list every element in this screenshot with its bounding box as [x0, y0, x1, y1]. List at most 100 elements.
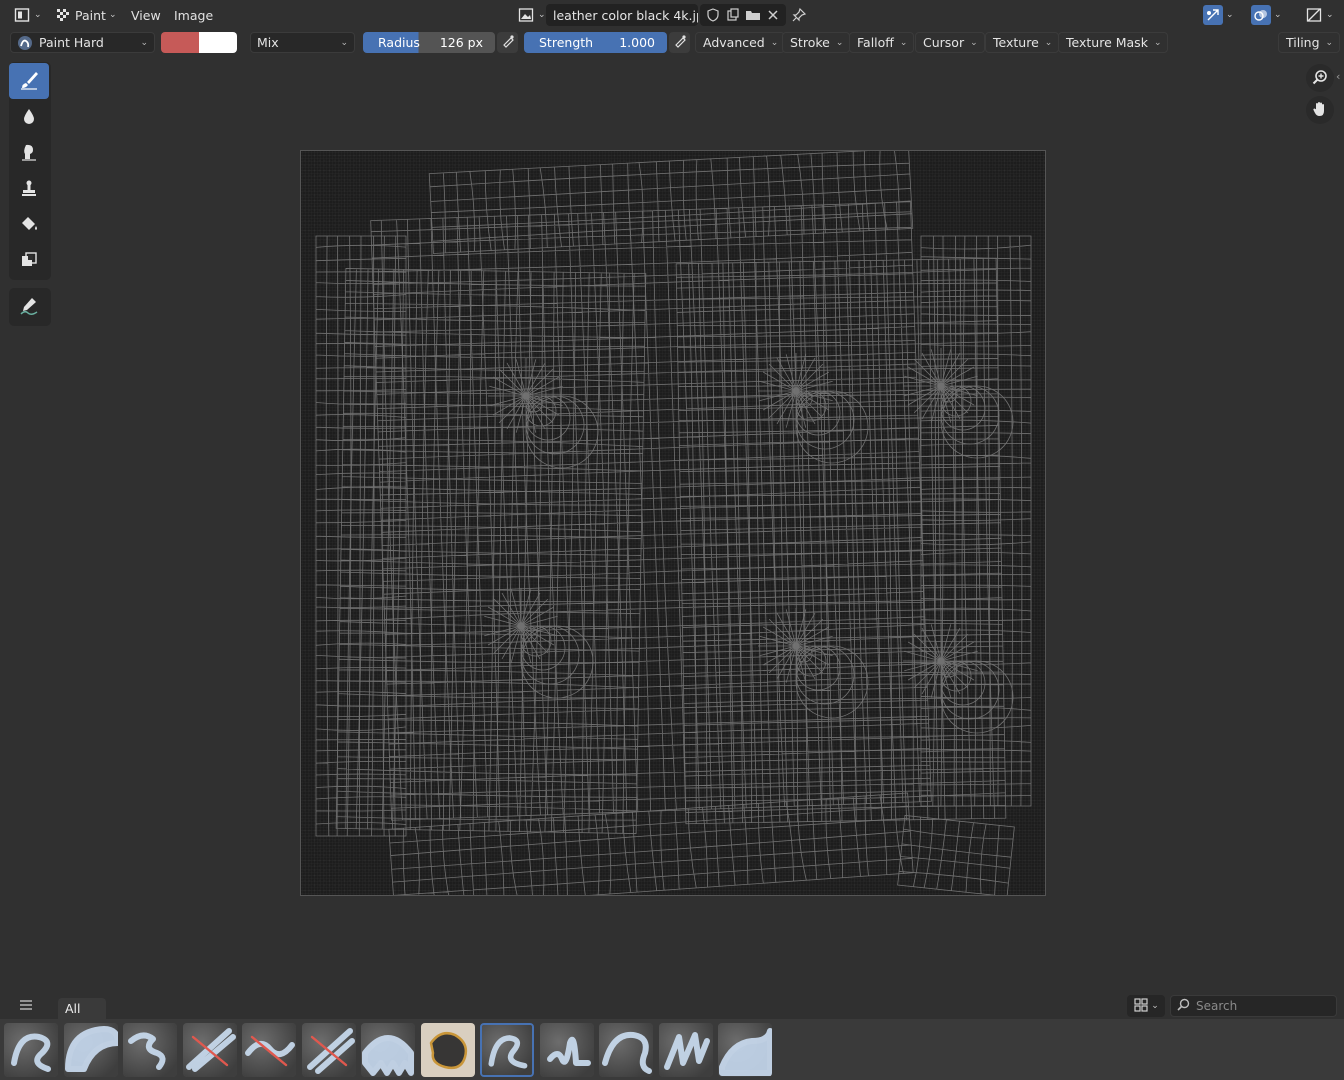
- brush-asset-shelf: [0, 1019, 1344, 1080]
- brush-preview-icon: [123, 1023, 177, 1077]
- popover-stroke[interactable]: Stroke ⌄: [782, 32, 851, 53]
- brush-thumbnail-4[interactable]: [182, 1023, 237, 1077]
- popover-label: Texture: [993, 35, 1039, 50]
- brush-thumbnail-11[interactable]: [599, 1023, 653, 1077]
- image-browse-button[interactable]: ⌄: [512, 4, 551, 26]
- shelf-display-button[interactable]: ⌄: [1127, 995, 1165, 1017]
- chevron-down-icon: ⌄: [899, 37, 908, 48]
- pan-button[interactable]: [1306, 96, 1334, 124]
- tool-smear[interactable]: [9, 135, 49, 171]
- brush-thumbnail-5[interactable]: [242, 1023, 296, 1077]
- grid-view-icon: [1133, 997, 1149, 1016]
- radius-value: 126 px: [439, 35, 483, 50]
- pen-pressure-icon: [673, 34, 687, 51]
- tool-annotate[interactable]: [9, 289, 49, 325]
- brush-preview-icon: [420, 1023, 475, 1077]
- tool-fill[interactable]: [9, 207, 49, 243]
- image-datablock-buttons: [700, 4, 786, 26]
- secondary-color-swatch[interactable]: [199, 32, 237, 53]
- hamburger-icon: [19, 999, 33, 1014]
- blend-mode-select[interactable]: Mix ⌄: [250, 32, 355, 53]
- image-icon: [517, 6, 535, 24]
- sidebar-toggle-icon[interactable]: ‹: [1336, 70, 1340, 83]
- radius-pressure-toggle[interactable]: [497, 32, 518, 53]
- image-canvas[interactable]: [300, 150, 1046, 896]
- uv-sync-toggle[interactable]: ⌄: [1201, 4, 1236, 26]
- primary-color-swatch[interactable]: [161, 32, 199, 53]
- image-name-field[interactable]: leather color black 4k.jpg: [546, 4, 698, 26]
- brush-thumbnail-13[interactable]: [718, 1023, 772, 1077]
- popover-label: Tiling: [1286, 35, 1320, 50]
- brush-preview-icon: [301, 1023, 356, 1077]
- chevron-down-icon: ⌄: [140, 37, 148, 48]
- checker-paint-icon: [54, 6, 72, 24]
- brush-thumbnail-1[interactable]: [4, 1023, 58, 1077]
- popover-label: Falloff: [857, 35, 894, 50]
- brush-thumbnail-2[interactable]: [63, 1023, 118, 1077]
- overlay-toggle[interactable]: ⌄: [1249, 4, 1284, 26]
- menu-image[interactable]: Image: [169, 4, 218, 26]
- popover-texture[interactable]: Texture ⌄: [985, 32, 1060, 53]
- mode-selector[interactable]: Paint ⌄: [49, 4, 121, 26]
- popover-label: Cursor: [923, 35, 965, 50]
- shelf-search-field[interactable]: Search: [1170, 995, 1337, 1017]
- brush-thumbnail-9[interactable]: [480, 1023, 534, 1077]
- zoom-icon: [1311, 68, 1329, 89]
- brush-thumbnail-7[interactable]: [361, 1023, 415, 1077]
- tool-clone[interactable]: [9, 171, 49, 207]
- shelf-menu-button[interactable]: [14, 997, 38, 1015]
- catalog-tab-all[interactable]: All: [58, 998, 106, 1019]
- left-toolbar: [9, 62, 51, 326]
- chevron-down-icon: ⌄: [1044, 37, 1053, 48]
- strength-slider[interactable]: Strength 1.000: [524, 32, 667, 53]
- chevron-down-icon: ⌄: [1151, 1001, 1159, 1011]
- brush-thumbnail-10[interactable]: [539, 1023, 594, 1077]
- pin-icon[interactable]: [790, 6, 808, 24]
- popover-cursor[interactable]: Cursor ⌄: [915, 32, 985, 53]
- editor-type-menu[interactable]: ⌄: [8, 4, 47, 26]
- menu-view[interactable]: View: [126, 4, 166, 26]
- tool-settings-bar: Paint Hard ⌄ Mix ⌄ Radius 126 px Strengt…: [0, 29, 1344, 55]
- chevron-down-icon: ⌄: [1325, 37, 1334, 48]
- brush-name: Paint Hard: [39, 35, 104, 50]
- strength-pressure-toggle[interactable]: [669, 32, 690, 53]
- brush-preview-icon: [182, 1023, 237, 1077]
- paint-tools-group: [9, 62, 51, 280]
- brush-preview-icon: [599, 1023, 653, 1077]
- uv-sync-icon: [1203, 5, 1223, 25]
- zoom-button[interactable]: [1306, 64, 1334, 92]
- brush-thumbnail-12[interactable]: [658, 1023, 713, 1077]
- fake-user-shield-icon[interactable]: [704, 6, 722, 24]
- chevron-down-icon: ⌄: [1153, 37, 1162, 48]
- tool-mask[interactable]: [9, 243, 49, 279]
- blur-icon: [19, 106, 39, 129]
- smear-icon: [19, 142, 39, 165]
- radius-label: Radius: [378, 35, 420, 50]
- popover-tiling[interactable]: Tiling ⌄: [1278, 32, 1341, 53]
- open-folder-icon[interactable]: [744, 6, 762, 24]
- brush-preview-icon: [63, 1023, 118, 1077]
- close-icon[interactable]: [764, 6, 782, 24]
- radius-slider[interactable]: Radius 126 px: [363, 32, 495, 53]
- popover-advanced[interactable]: Advanced ⌄: [695, 32, 786, 53]
- mode-label: Paint: [75, 7, 106, 23]
- display-channels-menu[interactable]: ⌄: [1303, 4, 1336, 26]
- brush-preview-icon: [718, 1023, 772, 1077]
- brush-selector[interactable]: Paint Hard ⌄: [10, 32, 155, 53]
- pen-pressure-icon: [501, 34, 515, 51]
- popover-label: Texture Mask: [1066, 35, 1148, 50]
- new-image-icon[interactable]: [724, 6, 742, 24]
- tool-blur[interactable]: [9, 99, 49, 135]
- tool-brush[interactable]: [9, 63, 49, 99]
- chevron-down-icon: ⌄: [1226, 10, 1234, 20]
- brush-thumbnail-8[interactable]: [420, 1023, 475, 1077]
- brush-preview-icon: [482, 1025, 532, 1075]
- popover-falloff[interactable]: Falloff ⌄: [849, 32, 915, 53]
- chevron-down-icon: ⌄: [770, 37, 779, 48]
- popover-label: Stroke: [790, 35, 830, 50]
- brush-thumbnail-6[interactable]: [301, 1023, 356, 1077]
- brush-thumbnail-3[interactable]: [123, 1023, 177, 1077]
- mask-icon: [19, 250, 39, 273]
- popover-texture-mask[interactable]: Texture Mask ⌄: [1058, 32, 1169, 53]
- asset-shelf-header: All ⌄ Search: [0, 993, 1344, 1019]
